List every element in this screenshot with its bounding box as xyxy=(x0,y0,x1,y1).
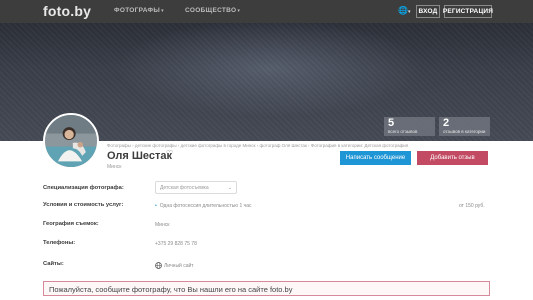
nav-community-label: СООБЩЕСТВО xyxy=(185,7,237,14)
avatar-photo xyxy=(45,115,97,167)
add-review-button[interactable]: Добавить отзыв xyxy=(417,151,488,165)
photographer-city: Минск xyxy=(107,164,122,170)
found-on-site-notice: Пожалуйста, сообщите фотографу, что Вы н… xyxy=(43,281,490,296)
conditions-value: Одна фотосессия длительностью 1 час xyxy=(159,203,252,209)
nav-photographers-label: ФОТОГРАФЫ xyxy=(114,7,161,14)
avatar xyxy=(43,113,99,169)
globe-icon xyxy=(155,262,162,269)
category-reviews-count: 2 xyxy=(443,117,450,129)
personal-site-link[interactable]: Личный сайт xyxy=(164,263,194,269)
register-button[interactable]: РЕГИСТРАЦИЯ xyxy=(443,5,493,18)
total-reviews-stat: 5 всего отзывов xyxy=(384,117,435,136)
category-reviews-label: отзывов в категории xyxy=(443,129,486,134)
chevron-down-icon: ▾ xyxy=(237,8,241,14)
total-reviews-label: всего отзывов xyxy=(388,129,418,134)
specialization-select[interactable]: Детская фотосъемка ⌄ xyxy=(155,181,237,194)
conditions-item: • Одна фотосессия длительностью 1 час xyxy=(155,203,252,209)
chevron-down-icon: ▾ xyxy=(407,9,411,15)
bullet-icon: • xyxy=(155,203,157,209)
specialization-label: Специализация фотографа: xyxy=(43,185,124,191)
nav-photographers[interactable]: ФОТОГРАФЫ▾ xyxy=(114,7,164,14)
photographer-name: Оля Шестак xyxy=(107,150,173,162)
send-message-button[interactable]: Написать сообщение xyxy=(340,151,411,165)
sites-label: Сайты: xyxy=(43,261,64,267)
login-button[interactable]: ВХОД xyxy=(416,5,440,18)
nav-community[interactable]: СООБЩЕСТВО▾ xyxy=(185,7,240,14)
top-navigation: foto.by ФОТОГРАФЫ▾ СООБЩЕСТВО▾ 🌐▾ ВХОД Р… xyxy=(0,0,533,23)
conditions-price: от 150 руб. xyxy=(459,203,485,209)
chevron-down-icon: ⌄ xyxy=(227,185,232,191)
phones-value[interactable]: +375 29 828 75 78 xyxy=(155,241,197,247)
conditions-label: Условия и стоимость услуг: xyxy=(43,202,124,208)
site-logo[interactable]: foto.by xyxy=(43,3,91,19)
specialization-value: Детская фотосъемка xyxy=(160,185,209,191)
globe-icon: 🌐 xyxy=(398,6,408,15)
geography-value: Минск xyxy=(155,222,170,228)
breadcrumb[interactable]: Фотографы › детские фотографы › детские … xyxy=(107,143,408,148)
total-reviews-count: 5 xyxy=(388,117,395,129)
chevron-down-icon: ▾ xyxy=(161,8,164,14)
geography-label: География съемок: xyxy=(43,221,99,227)
category-reviews-stat: 2 отзывов в категории xyxy=(439,117,490,136)
phones-label: Телефоны: xyxy=(43,240,76,246)
language-selector[interactable]: 🌐▾ xyxy=(398,6,410,15)
favorite-heart-icon[interactable]: ♡ xyxy=(166,149,173,158)
